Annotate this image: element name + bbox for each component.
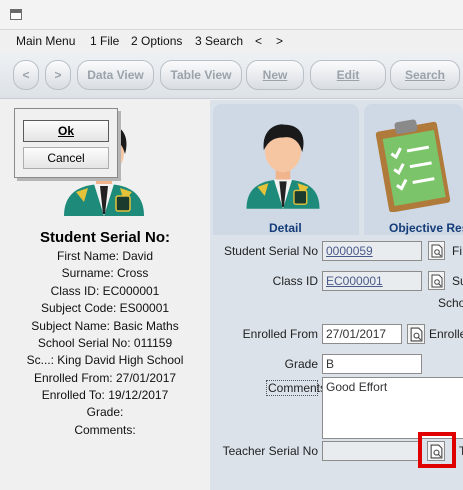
menu-search[interactable]: 3 Search	[195, 34, 243, 48]
info-class-id: Class ID: EC000001	[50, 284, 160, 298]
first-name-label-cut: Fi	[452, 244, 462, 258]
info-subject-code: Subject Code: ES00001	[40, 301, 170, 315]
info-subject-name: Subject Name: Basic Maths	[31, 319, 179, 333]
edit-button-label: Edit	[336, 68, 360, 82]
subject-label-cut: Su	[452, 274, 463, 288]
menu-back[interactable]: <	[255, 34, 262, 48]
class-id-lookup-button[interactable]	[428, 271, 445, 290]
clipboard-checklist-icon	[375, 119, 451, 212]
info-first-name: First Name: David	[56, 249, 154, 263]
comments-textarea[interactable]: Good Effort	[322, 377, 463, 439]
info-comments: Comments:	[74, 423, 136, 437]
student-serial-label: Student Serial No	[223, 244, 318, 258]
toolbar: < > Data View Table View New Edit Search	[0, 52, 463, 99]
enrolled-from-calendar-button[interactable]	[407, 324, 425, 344]
enrolled-from-field[interactable]: 27/01/2017	[322, 324, 402, 344]
menu-file[interactable]: 1 File	[90, 34, 119, 48]
comments-label: Comments	[266, 380, 327, 396]
highlight-annotation-box	[418, 432, 456, 468]
teacher-serial-field[interactable]	[322, 441, 422, 461]
info-school-serial: School Serial No: 011159	[37, 336, 173, 350]
tab-objective-label: Objective Res	[389, 221, 463, 235]
school-label-cut: Schoo	[438, 296, 463, 310]
search-button-label: Search	[404, 68, 446, 82]
info-enrolled-from: Enrolled From: 27/01/2017	[33, 371, 177, 385]
ok-button[interactable]: Ok	[23, 120, 109, 142]
confirm-dialog: Ok Cancel	[14, 108, 118, 178]
tab-detail[interactable]: Detail	[213, 104, 359, 236]
student-serial-heading: Student Serial No:	[39, 229, 170, 246]
info-surname: Surname: Cross	[61, 266, 149, 280]
edit-button[interactable]: Edit	[310, 60, 386, 90]
grade-label: Grade	[284, 357, 318, 371]
new-button[interactable]: New	[246, 60, 304, 90]
menu-forward[interactable]: >	[276, 34, 283, 48]
document-search-icon	[431, 274, 443, 288]
tab-objective-results[interactable]: Objective Res	[364, 104, 463, 236]
student-serial-value: 0000059	[326, 244, 373, 258]
menu-options[interactable]: 2 Options	[131, 34, 182, 48]
table-view-button[interactable]: Table View	[160, 60, 242, 90]
data-view-button[interactable]: Data View	[77, 60, 154, 90]
teacher-serial-label: Teacher Serial No	[222, 444, 318, 458]
grade-field[interactable]: B	[322, 354, 422, 374]
menu-main[interactable]: Main Menu	[16, 34, 75, 48]
student-serial-field[interactable]: 0000059	[322, 241, 422, 261]
app-window-icon	[10, 9, 22, 20]
new-button-label: New	[262, 68, 288, 82]
prev-record-button[interactable]: <	[13, 60, 39, 90]
document-search-icon	[431, 244, 443, 258]
cancel-button[interactable]: Cancel	[23, 147, 109, 169]
teacher-name-label-cut: T	[459, 444, 463, 458]
info-enrolled-to: Enrolled To: 19/12/2017	[41, 388, 169, 402]
class-id-value: EC000001	[326, 274, 383, 288]
enrolled-to-label-cut: Enrolled	[429, 327, 463, 341]
student-serial-lookup-button[interactable]	[428, 241, 445, 260]
window-titlebar	[0, 0, 463, 30]
search-button[interactable]: Search	[390, 60, 460, 90]
info-grade: Grade:	[86, 405, 124, 419]
class-id-label: Class ID	[272, 274, 318, 288]
menu-bar: Main Menu 1 File 2 Options 3 Search < >	[0, 31, 463, 51]
class-id-field[interactable]: EC000001	[322, 271, 422, 291]
next-record-button[interactable]: >	[45, 60, 71, 90]
tab-detail-label: Detail	[269, 221, 302, 235]
enrolled-from-label: Enrolled From	[242, 327, 318, 341]
detail-student-icon	[246, 124, 320, 209]
ok-button-label: Ok	[57, 124, 74, 138]
info-school-name: Sc...: King David High School	[26, 353, 184, 367]
document-search-icon	[410, 327, 423, 342]
